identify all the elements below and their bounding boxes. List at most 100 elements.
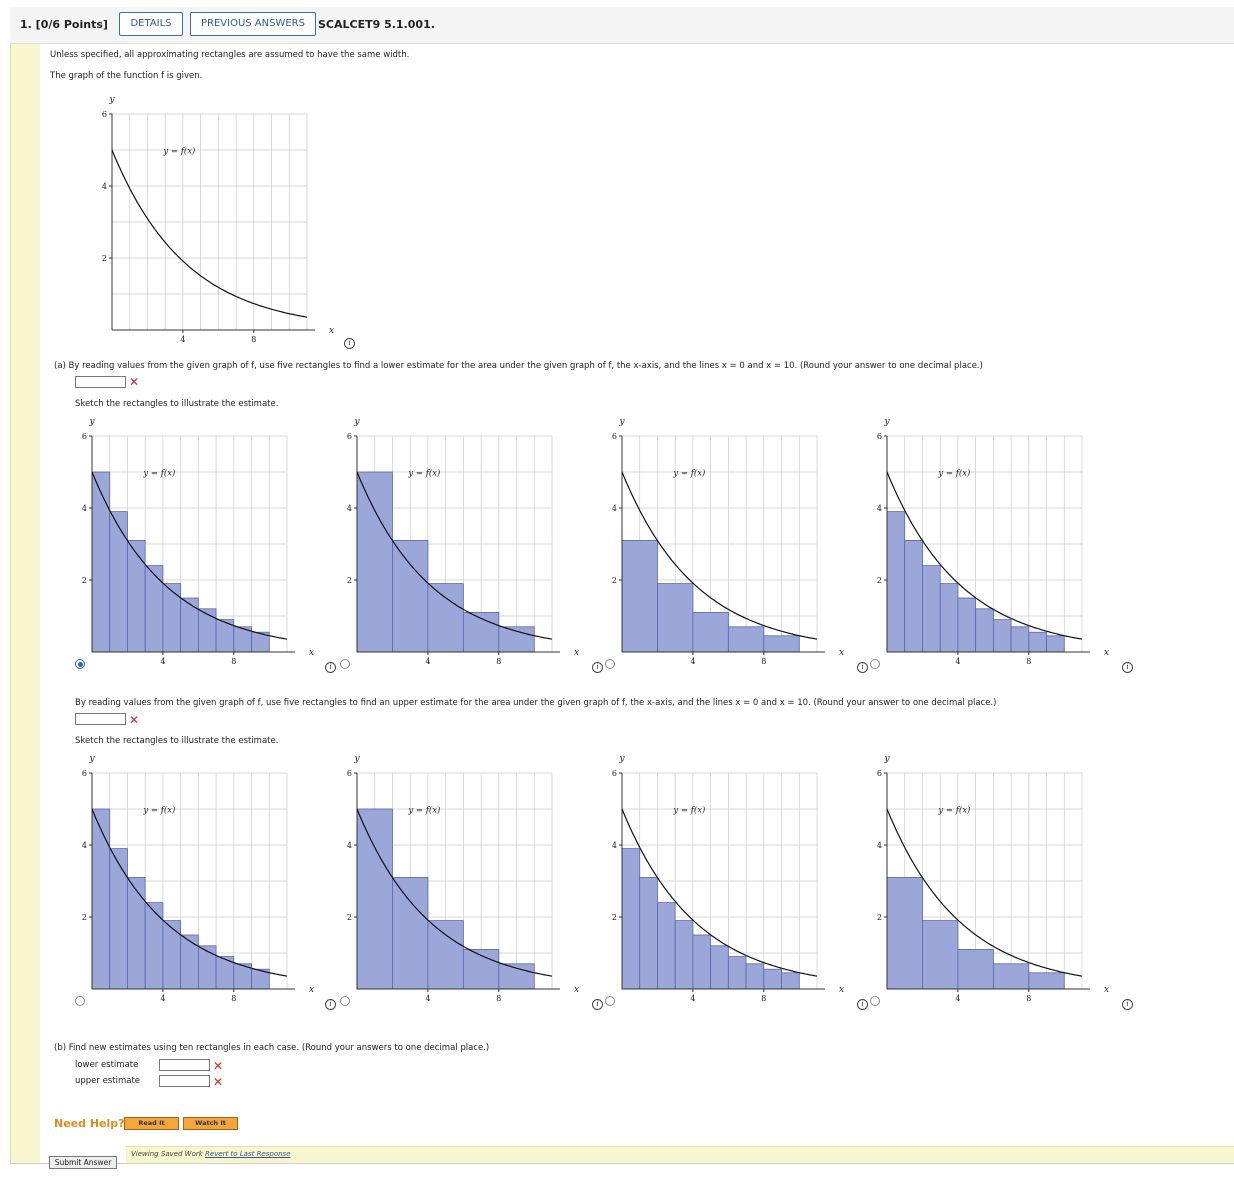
option-b2-radio[interactable]: [340, 996, 350, 1006]
y-tick-label: 2: [877, 576, 882, 585]
approx-rectangle: [957, 597, 977, 653]
curve-label: y = f(x): [407, 468, 440, 479]
y-axis-label: y: [883, 417, 890, 427]
ten-rect-upper-input[interactable]: [159, 1075, 210, 1087]
saved-work-text: Viewing Saved Work: [131, 1150, 203, 1158]
x-tick-label: 4: [690, 994, 695, 1003]
watch-it-button[interactable]: Watch It: [183, 1117, 238, 1130]
approx-rectangle: [745, 963, 765, 990]
approx-rectangle: [180, 934, 199, 990]
question-header: 1. [0/6 Points] DETAILS PREVIOUS ANSWERS…: [10, 7, 1234, 44]
approx-rectangle: [498, 963, 535, 990]
x-tick-label: 8: [1026, 657, 1031, 666]
approx-rectangle: [657, 902, 676, 990]
y-tick-label: 6: [877, 769, 882, 778]
question-side-bar: [10, 44, 40, 1163]
curve-label: y = f(x): [142, 468, 175, 479]
y-axis-label: y: [618, 417, 625, 427]
x-axis-label: x: [1104, 648, 1109, 658]
submit-answer-button[interactable]: Submit Answer: [49, 1156, 117, 1169]
lower-estimate-answer-input[interactable]: [75, 376, 126, 388]
option-b3-radio[interactable]: [605, 996, 615, 1006]
x-axis-label: x: [574, 985, 579, 995]
option-b3-info-icon[interactable]: i: [857, 999, 868, 1010]
approx-rectangle: [127, 877, 146, 990]
approx-rectangle: [1028, 631, 1047, 653]
upper-estimate-answer-input[interactable]: [75, 713, 126, 725]
y-tick-label: 6: [612, 769, 617, 778]
option-a4-info-icon[interactable]: i: [1122, 662, 1133, 673]
approx-rectangle: [197, 608, 217, 653]
y-tick-label: 4: [347, 841, 352, 850]
approx-rectangle: [1046, 635, 1065, 653]
y-tick-label: 2: [347, 913, 352, 922]
part-a-sketch-prompt: Sketch the rectangles to illustrate the …: [75, 399, 279, 409]
option-a2-graph: 2 4 6 4 8 y x y = f(x): [347, 417, 579, 666]
previous-answers-button[interactable]: PREVIOUS ANSWERS: [190, 12, 316, 36]
x-tick-label: 4: [160, 657, 165, 666]
option-b4-info-icon[interactable]: i: [1122, 999, 1133, 1010]
revert-link[interactable]: Revert to Last Response: [205, 1150, 290, 1158]
y-tick-label: 2: [877, 913, 882, 922]
x-tick-label: 4: [160, 994, 165, 1003]
y-tick-label: 2: [612, 913, 617, 922]
y-axis-label: y: [353, 754, 360, 764]
y-axis-label: y: [88, 754, 95, 764]
option-b4-graph: 2 4 6 4 8 y x y = f(x): [877, 754, 1109, 1003]
approx-rectangle: [763, 968, 782, 990]
option-a2-radio[interactable]: [340, 659, 350, 669]
y-tick-label: 6: [877, 432, 882, 441]
ten-rect-lower-input[interactable]: [159, 1059, 210, 1071]
y-axis-label: y: [618, 754, 625, 764]
y-tick-label: 6: [347, 432, 352, 441]
option-b2-info-icon[interactable]: i: [592, 999, 603, 1010]
option-a1-info-icon[interactable]: i: [325, 662, 336, 673]
x-tick-label: 4: [425, 994, 430, 1003]
question-bottom-border: [10, 1163, 1234, 1164]
curve-label: y = f(x): [937, 805, 970, 816]
x-axis-label: x: [309, 985, 314, 995]
y-tick-label: 6: [82, 432, 87, 441]
approx-rectangle: [992, 619, 1012, 653]
option-a4-radio[interactable]: [870, 659, 880, 669]
intro-instruction: Unless specified, all approximating rect…: [50, 50, 410, 60]
option-a2-info-icon[interactable]: i: [592, 662, 603, 673]
details-button[interactable]: DETAILS: [119, 12, 183, 36]
y-axis-label: y: [108, 95, 115, 105]
approx-rectangle: [886, 877, 923, 990]
option-b4-radio[interactable]: [870, 996, 880, 1006]
option-b1-radio[interactable]: [75, 996, 85, 1006]
option-b1-info-icon[interactable]: i: [325, 999, 336, 1010]
approx-rectangle: [727, 626, 765, 653]
y-tick-label: 6: [612, 432, 617, 441]
x-tick-label: 8: [761, 657, 766, 666]
incorrect-icon: ✕: [129, 713, 140, 727]
y-axis-label: y: [883, 754, 890, 764]
need-help-label: Need Help?: [54, 1117, 125, 1130]
approx-rectangle: [639, 877, 658, 990]
x-tick-label: 8: [251, 335, 256, 344]
approx-rectangle: [657, 583, 694, 653]
approx-rectangle: [127, 540, 146, 653]
part-a-upper-sketch-prompt: Sketch the rectangles to illustrate the …: [75, 736, 279, 746]
x-axis-label: x: [574, 648, 579, 658]
y-tick-label: 4: [877, 841, 882, 850]
x-axis-label: x: [839, 648, 844, 658]
x-tick-label: 4: [690, 657, 695, 666]
read-it-button[interactable]: Read It: [124, 1117, 179, 1130]
approx-rectangle: [144, 902, 164, 990]
y-tick-label: 2: [347, 576, 352, 585]
graph-info-icon[interactable]: i: [344, 338, 355, 349]
upper-estimate-label: upper estimate: [75, 1076, 141, 1086]
approx-rectangle: [392, 540, 429, 653]
incorrect-icon: ✕: [129, 375, 140, 389]
x-tick-label: 4: [180, 335, 185, 344]
y-tick-label: 2: [102, 254, 107, 263]
option-a3-info-icon[interactable]: i: [857, 662, 868, 673]
option-a1-radio[interactable]: [75, 659, 85, 669]
approx-rectangle: [674, 920, 694, 990]
lower-estimate-label: lower estimate: [75, 1060, 139, 1070]
approx-rectangle: [621, 540, 658, 653]
approx-rectangle: [144, 565, 164, 653]
option-a3-radio[interactable]: [605, 659, 615, 669]
